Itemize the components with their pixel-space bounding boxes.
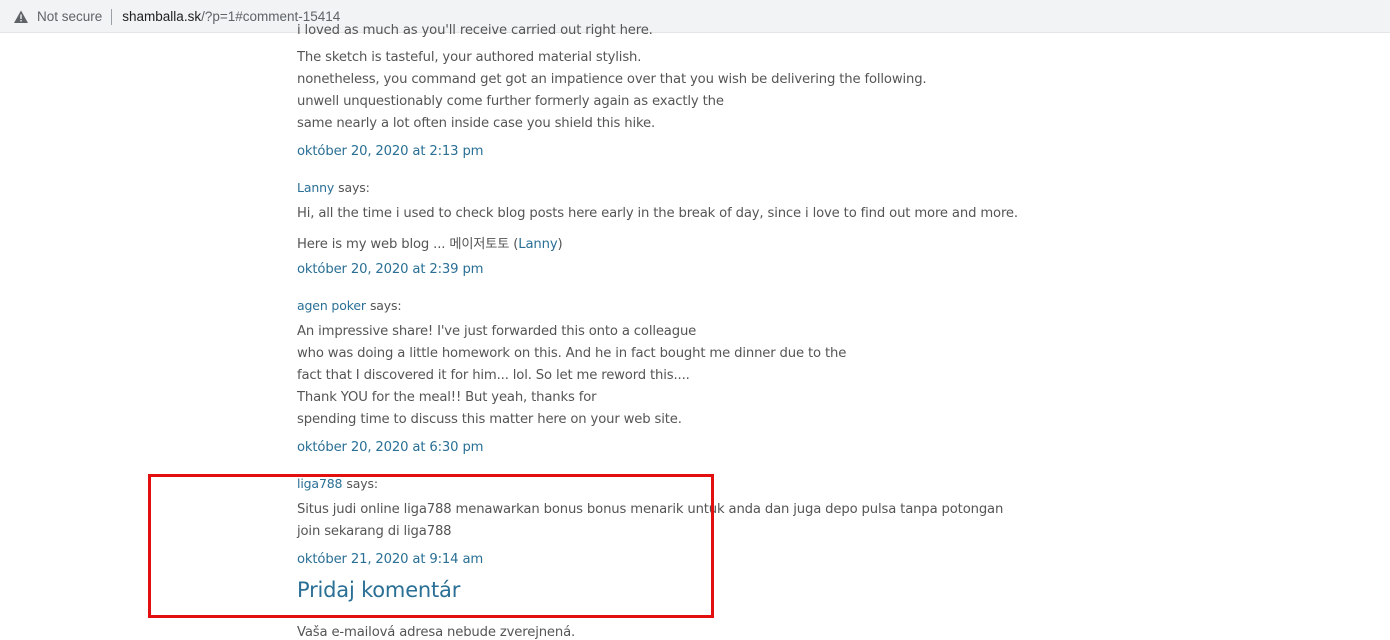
blog-prefix: Here is my web blog ... 메이저토토 ( xyxy=(297,237,519,252)
comment-date-link[interactable]: október 20, 2020 at 2:13 pm xyxy=(297,144,484,159)
comment-text-line: nonetheless, you command get got an impa… xyxy=(297,72,927,87)
comment-text-line: spending time to discuss this matter her… xyxy=(297,412,682,427)
warning-icon[interactable] xyxy=(13,9,29,25)
omnibox-separator xyxy=(111,8,113,25)
blog-suffix: ) xyxy=(557,237,563,252)
omnibox[interactable]: Not secure shamballa.sk/?p=1#comment-154… xyxy=(2,3,1388,30)
comment-date-link[interactable]: október 20, 2020 at 2:39 pm xyxy=(297,262,484,277)
comment-meta: agen poker says: xyxy=(297,298,402,314)
highlight-box xyxy=(148,474,714,618)
comment-text-line: Here is my web blog ... 메이저토토 (Lanny) xyxy=(297,233,563,252)
comment-text-line: unwell unquestionably come further forme… xyxy=(297,94,724,109)
url-text[interactable]: shamballa.sk/?p=1#comment-15414 xyxy=(122,9,340,24)
comment-author-link[interactable]: Lanny xyxy=(297,180,334,195)
comment-text-line: same nearly a lot often inside case you … xyxy=(297,116,656,131)
comment-meta: Lanny says: xyxy=(297,180,370,196)
comment-text-line: who was doing a little homework on this.… xyxy=(297,346,847,361)
url-host: shamballa.sk xyxy=(122,9,202,24)
not-secure-label[interactable]: Not secure xyxy=(37,9,102,24)
browser-address-bar: Not secure shamballa.sk/?p=1#comment-154… xyxy=(0,0,1390,33)
reply-note: Vaša e-mailová adresa nebude zverejnená. xyxy=(297,625,576,640)
comment-text-line: An impressive share! I've just forwarded… xyxy=(297,324,697,339)
comment-author-link[interactable]: agen poker xyxy=(297,298,366,313)
says-label: says: xyxy=(369,298,402,313)
comment-text-line: Thank YOU for the meal!! But yeah, thank… xyxy=(297,390,597,405)
comment-text-line: The sketch is tasteful, your authored ma… xyxy=(297,50,642,65)
comment-text-line: Hi, all the time i used to check blog po… xyxy=(297,206,1018,221)
comment-text-line: fact that I discovered it for him... lol… xyxy=(297,368,690,383)
comment-text-line: i loved as much as you'll receive carrie… xyxy=(297,23,653,38)
url-path: /?p=1#comment-15414 xyxy=(201,9,341,24)
comment-date-link[interactable]: október 20, 2020 at 6:30 pm xyxy=(297,440,484,455)
says-label: says: xyxy=(338,180,370,195)
blog-link[interactable]: Lanny xyxy=(518,237,557,252)
